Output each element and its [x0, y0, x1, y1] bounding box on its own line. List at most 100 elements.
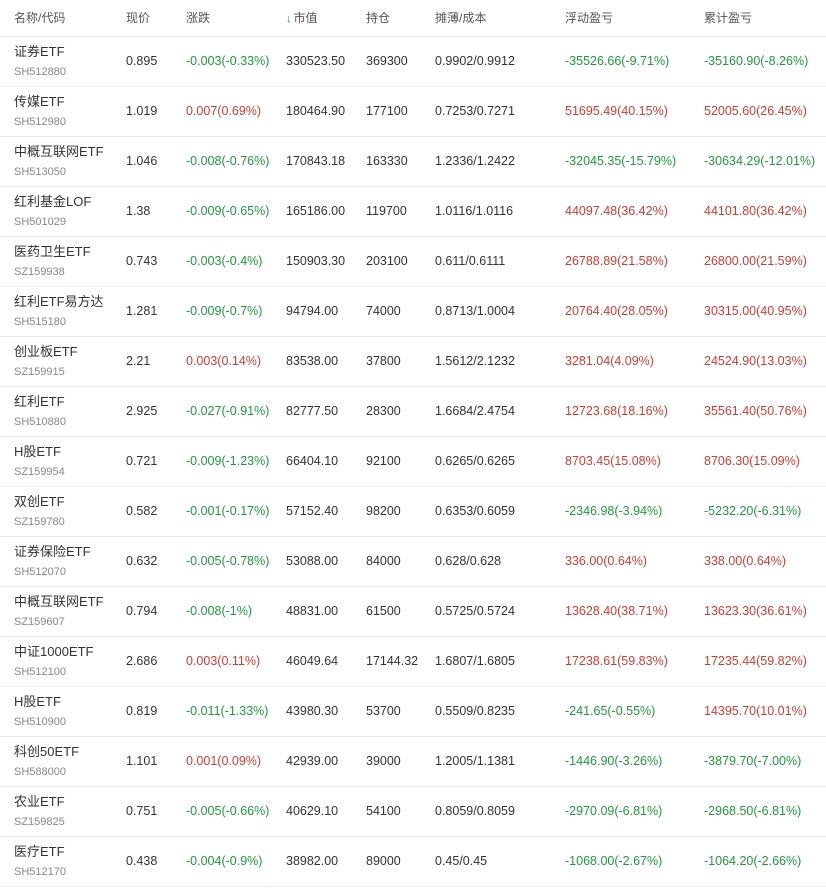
floating-pl-cell: -2346.98(-3.94%) [565, 504, 663, 518]
table-row[interactable]: H股ETF SZ159954 0.721 -0.009(-1.23%) 66404.10… [0, 437, 826, 487]
name-code-cell[interactable]: 证券保险ETF SH512070 [14, 543, 91, 581]
cost-cell: 0.628/0.628 [435, 554, 502, 568]
column-header-cost[interactable]: 摊薄/成本 [435, 0, 486, 36]
fund-code: SH510900 [14, 716, 66, 728]
column-header-change[interactable]: 涨跌 [186, 0, 210, 36]
fund-name[interactable]: 医药卫生ETF [14, 243, 91, 261]
name-code-cell[interactable]: 医药卫生ETF SZ159938 [14, 243, 91, 281]
name-code-cell[interactable]: 传媒ETF SH512980 [14, 93, 66, 131]
change-cell: -0.003(-0.33%) [186, 54, 270, 68]
table-row[interactable]: 传媒ETF SH512980 1.019 0.007(0.69%) 180464.90 1… [0, 87, 826, 137]
name-code-cell[interactable]: H股ETF SZ159954 [14, 443, 65, 481]
holding-cell: 89000 [366, 854, 401, 868]
floating-pl-cell: 51695.49(40.15%) [565, 104, 668, 118]
sort-descending-icon[interactable]: ↓ [286, 1, 292, 37]
column-header-holding[interactable]: 持仓 [366, 0, 390, 36]
fund-name[interactable]: H股ETF [14, 443, 65, 461]
name-code-cell[interactable]: 科创50ETF SH588000 [14, 743, 79, 781]
column-header-price[interactable]: 现价 [126, 0, 150, 36]
table-row[interactable]: 证券ETF SH512880 0.895 -0.003(-0.33%) 330523.5… [0, 37, 826, 87]
table-row[interactable]: 证券保险ETF SH512070 0.632 -0.005(-0.78%) 53088.… [0, 537, 826, 587]
name-code-cell[interactable]: 红利ETF易方达 SH515180 [14, 293, 104, 331]
price-cell: 1.101 [126, 754, 158, 768]
fund-name[interactable]: 证券保险ETF [14, 543, 91, 561]
fund-name[interactable]: 中概互联网ETF [14, 143, 104, 161]
table-row[interactable]: 中证1000ETF SH512100 2.686 0.003(0.11%) 46049.… [0, 637, 826, 687]
change-cell: -0.008(-0.76%) [186, 154, 270, 168]
change-cell: -0.009(-0.65%) [186, 204, 270, 218]
floating-pl-cell: 3281.04(4.09%) [565, 354, 654, 368]
holding-cell: 119700 [366, 204, 407, 218]
name-code-cell[interactable]: 证券ETF SH512880 [14, 43, 66, 81]
fund-name[interactable]: 双创ETF [14, 493, 65, 511]
change-cell: 0.007(0.69%) [186, 104, 262, 118]
holding-cell: 369300 [366, 54, 408, 68]
name-code-cell[interactable]: 红利ETF SH510880 [14, 393, 66, 431]
name-code-cell[interactable]: 创业板ETF SZ159915 [14, 343, 78, 381]
change-cell: -0.008(-1%) [186, 604, 252, 618]
fund-name[interactable]: 红利ETF [14, 393, 66, 411]
table-row[interactable]: 红利ETF SH510880 2.925 -0.027(-0.91%) 82777.50… [0, 387, 826, 437]
fund-name[interactable]: 红利ETF易方达 [14, 293, 104, 311]
fund-code: SZ159915 [14, 366, 65, 378]
fund-name[interactable]: 创业板ETF [14, 343, 78, 361]
price-cell: 1.046 [126, 154, 158, 168]
name-code-cell[interactable]: 中概互联网ETF SH513050 [14, 143, 104, 181]
fund-name[interactable]: 医疗ETF [14, 843, 66, 861]
fund-name[interactable]: 农业ETF [14, 793, 65, 811]
table-row[interactable]: 中概互联网ETF SH513050 1.046 -0.008(-0.76%) 17084… [0, 137, 826, 187]
name-code-cell[interactable]: 医疗ETF SH512170 [14, 843, 66, 881]
table-row[interactable]: 医疗ETF SH512170 0.438 -0.004(-0.9%) 38982.00 8… [0, 837, 826, 887]
floating-pl-cell: -1446.90(-3.26%) [565, 754, 663, 768]
fund-name[interactable]: 传媒ETF [14, 93, 66, 111]
table-row[interactable]: 科创50ETF SH588000 1.101 0.001(0.09%) 42939.00… [0, 737, 826, 787]
name-code-cell[interactable]: 农业ETF SZ159825 [14, 793, 65, 831]
name-code-cell[interactable]: H股ETF SH510900 [14, 693, 66, 731]
fund-name[interactable]: 中证1000ETF [14, 643, 93, 661]
total-pl-cell: 44101.80(36.42%) [704, 204, 807, 218]
column-header-name-code[interactable]: 名称/代码 [14, 0, 65, 36]
holding-cell: 84000 [366, 554, 401, 568]
holding-cell: 37800 [366, 354, 401, 368]
fund-name[interactable]: 红利基金LOF [14, 193, 91, 211]
cost-cell: 1.2005/1.1381 [435, 754, 515, 768]
name-code-cell[interactable]: 红利基金LOF SH501029 [14, 193, 91, 231]
floating-pl-cell: 44097.48(36.42%) [565, 204, 668, 218]
price-cell: 1.281 [126, 304, 158, 318]
column-header-total-pl[interactable]: 累计盈亏 [704, 0, 752, 36]
total-pl-cell: 26800.00(21.59%) [704, 254, 807, 268]
fund-name[interactable]: 科创50ETF [14, 743, 79, 761]
floating-pl-cell: -241.65(-0.55%) [565, 704, 656, 718]
floating-pl-cell: 8703.45(15.08%) [565, 454, 661, 468]
table-row[interactable]: 创业板ETF SZ159915 2.21 0.003(0.14%) 83538.00 37… [0, 337, 826, 387]
price-cell: 1.38 [126, 204, 151, 218]
column-header-market-value[interactable]: ↓ 市值 [286, 0, 318, 37]
name-code-cell[interactable]: 中证1000ETF SH512100 [14, 643, 93, 681]
table-row[interactable]: 医药卫生ETF SZ159938 0.743 -0.003(-0.4%) 150903.… [0, 237, 826, 287]
column-header-floating-pl[interactable]: 浮动盈亏 [565, 0, 613, 36]
holding-cell: 54100 [366, 804, 401, 818]
floating-pl-cell: -2970.09(-6.81%) [565, 804, 663, 818]
price-cell: 0.632 [126, 554, 158, 568]
fund-name[interactable]: H股ETF [14, 693, 66, 711]
table-row[interactable]: 红利ETF易方达 SH515180 1.281 -0.009(-0.7%) 94794.… [0, 287, 826, 337]
table-row[interactable]: 红利基金LOF SH501029 1.38 -0.009(-0.65%) 165186.… [0, 187, 826, 237]
table-row[interactable]: 双创ETF SZ159780 0.582 -0.001(-0.17%) 57152.40… [0, 487, 826, 537]
cost-cell: 1.5612/2.1232 [435, 354, 515, 368]
cost-cell: 0.5509/0.8235 [435, 704, 515, 718]
name-code-cell[interactable]: 双创ETF SZ159780 [14, 493, 65, 531]
table-row[interactable]: 农业ETF SZ159825 0.751 -0.005(-0.66%) 40629.10… [0, 787, 826, 837]
price-cell: 0.895 [126, 54, 158, 68]
table-row[interactable]: 中概互联网ETF SZ159607 0.794 -0.008(-1%) 48831.00… [0, 587, 826, 637]
fund-name[interactable]: 证券ETF [14, 43, 66, 61]
floating-pl-cell: 17238.61(59.83%) [565, 654, 668, 668]
change-cell: -0.011(-1.33%) [186, 704, 269, 718]
price-cell: 0.721 [126, 454, 158, 468]
cost-cell: 0.611/0.6111 [435, 254, 506, 268]
name-code-cell[interactable]: 中概互联网ETF SZ159607 [14, 593, 104, 631]
holding-cell: 163330 [366, 154, 408, 168]
table-row[interactable]: H股ETF SH510900 0.819 -0.011(-1.33%) 43980.30… [0, 687, 826, 737]
price-cell: 0.743 [126, 254, 158, 268]
fund-code: SZ159607 [14, 616, 65, 628]
fund-name[interactable]: 中概互联网ETF [14, 593, 104, 611]
